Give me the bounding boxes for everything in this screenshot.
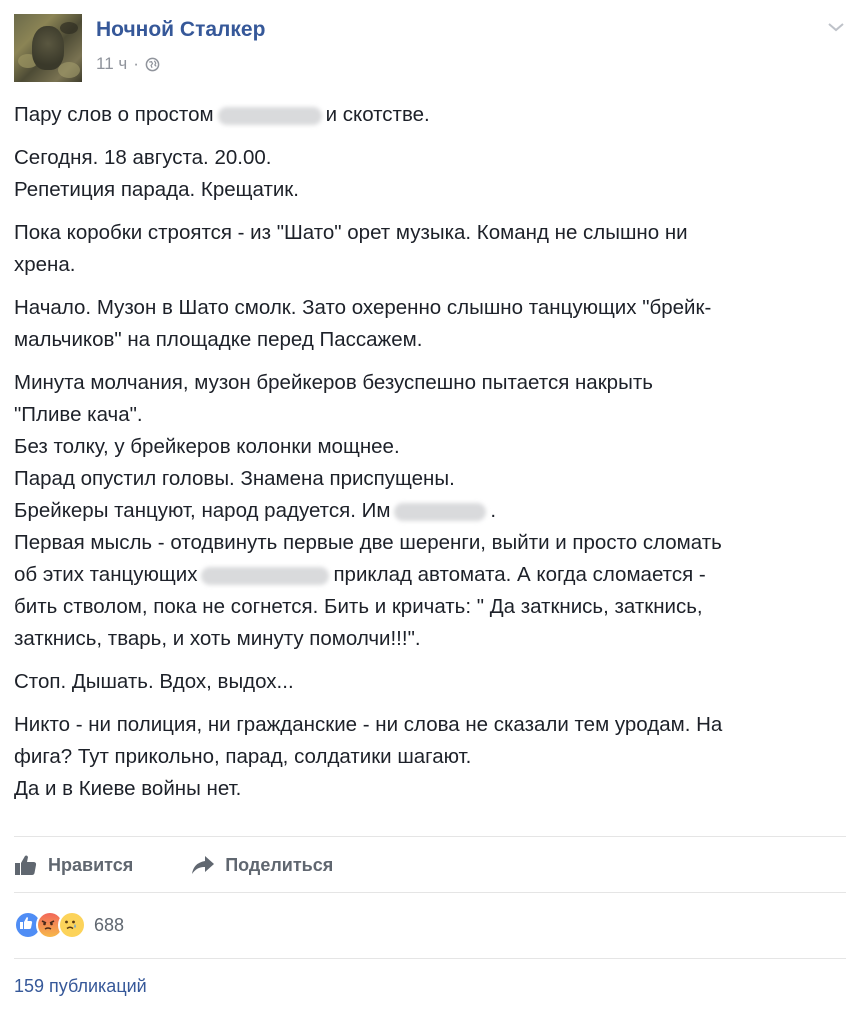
post-line-text: Сегодня. 18 августа. 20.00. [14,146,272,169]
post-body: Пару слов о простом и скотстве. Сегодня. 1… [14,99,850,816]
like-button[interactable]: Нравится [14,854,133,876]
post-line-text: Пару слов о простом [14,103,214,126]
post-paragraph: Начало. Музон в Шато смолк. Зато охеренн… [14,292,850,356]
post-line-text: Минута молчания, музон брейкеров безуспе… [14,371,653,394]
post-line: фига? Тут прикольно, парад, солдатики ша… [14,741,850,773]
post-line-tail: и скотстве. [325,103,430,126]
post-line-text: заткнись, тварь, и хоть минуту помолчи!!… [14,627,421,650]
post-line-text: Без толку, у брейкеров колонки мощнее. [14,435,400,458]
post-header: Ночной Сталкер 11 ч · [14,14,846,84]
post-line: заткнись, тварь, и хоть минуту помолчи!!… [14,623,850,655]
post-line: Брейкеры танцуют, народ радуется. Им. [14,495,850,527]
post-line-text: Брейкеры танцуют, народ радуется. Им [14,499,391,522]
post-line-text: хрена. [14,253,76,276]
divider [14,892,846,893]
post-line-text: фига? Тут прикольно, парад, солдатики ша… [14,745,472,768]
author-name[interactable]: Ночной Сталкер [96,18,265,42]
post-line-text: мальчиков" на площадке перед Пассажем. [14,328,423,351]
post-time[interactable]: 11 ч [96,54,127,74]
post-line-text: Никто - ни полиция, ни гражданские - ни … [14,713,723,736]
post-paragraph: Минута молчания, музон брейкеров безуспе… [14,367,850,655]
post-line-text: Начало. Музон в Шато смолк. Зато охеренн… [14,296,712,319]
post-line: Сегодня. 18 августа. 20.00. [14,142,850,174]
post-line-text: Стоп. Дышать. Вдох, выдох... [14,670,294,693]
post-line: бить стволом, пока не согнется. Бить и к… [14,591,850,623]
post-line: Стоп. Дышать. Вдох, выдох... [14,666,850,698]
globe-icon [145,57,160,71]
share-arrow-icon [192,856,215,874]
share-label: Поделиться [225,854,334,875]
post-line: Парад опустил головы. Знамена приспущены… [14,463,850,495]
post-line: Первая мысль - отодвинуть первые две шер… [14,527,850,559]
post-line-text: об этих танцующих [14,563,198,586]
share-button[interactable]: Поделиться [191,855,333,876]
post-line: Начало. Музон в Шато смолк. Зато охеренн… [14,292,850,324]
redacted-word [394,502,487,521]
post-line-text: Первая мысль - отодвинуть первые две шер… [14,531,722,554]
post-line: хрена. [14,249,850,281]
meta-separator: · [133,54,139,73]
post-paragraph: Никто - ни полиция, ни гражданские - ни … [14,709,850,805]
post-line: Без толку, у брейкеров колонки мощнее. [14,431,850,463]
post-line: Никто - ни полиция, ни гражданские - ни … [14,709,850,741]
redacted-word [201,566,330,585]
post-paragraph: Стоп. Дышать. Вдох, выдох... [14,666,850,698]
post-line: Репетиция парада. Крещатик. [14,174,850,206]
post-line: "Пливе кача". [14,399,850,431]
post-paragraph: Пару слов о простом и скотстве. [14,99,850,131]
avatar[interactable] [14,14,82,82]
post-line-text: Пока коробки строятся - из "Шато" орет м… [14,221,688,244]
post-paragraph: Сегодня. 18 августа. 20.00. Репетиция пар… [14,142,850,206]
thumbs-up-icon [15,855,37,875]
divider [14,836,846,837]
like-label: Нравится [48,854,134,875]
post-line: Пока коробки строятся - из "Шато" орет м… [14,217,850,249]
divider [14,958,846,959]
post-meta: 11 ч · [96,54,160,74]
redacted-word [217,106,322,125]
post-line-text: "Пливе кача". [14,403,143,426]
shares-count-link[interactable]: 159 публикаций [14,976,147,997]
post-line-tail: приклад автомата. А когда сломается - [333,563,706,586]
reaction-count[interactable]: 688 [94,915,124,936]
post-paragraph: Пока коробки строятся - из "Шато" орет м… [14,217,850,281]
post-line: Да и в Киеве войны нет. [14,773,850,805]
reactions-bar[interactable]: 688 [14,910,124,940]
post-line-text: бить стволом, пока не согнется. Бить и к… [14,595,703,618]
post-line: об этих танцующих приклад автомата. А ког… [14,559,850,591]
post-line: мальчиков" на площадке перед Пассажем. [14,324,850,356]
post-line: Минута молчания, музон брейкеров безуспе… [14,367,850,399]
post-line-tail: . [490,499,497,522]
post-line-text: Репетиция парада. Крещатик. [14,178,299,201]
post-line-text: Да и в Киеве войны нет. [14,777,242,800]
chevron-down-icon[interactable] [826,20,846,34]
post-line-text: Парад опустил головы. Знамена приспущены… [14,467,455,490]
post-line: Пару слов о простом и скотстве. [14,99,850,131]
sad-reaction-icon [58,911,86,939]
action-bar: Нравится Поделиться [14,848,846,882]
